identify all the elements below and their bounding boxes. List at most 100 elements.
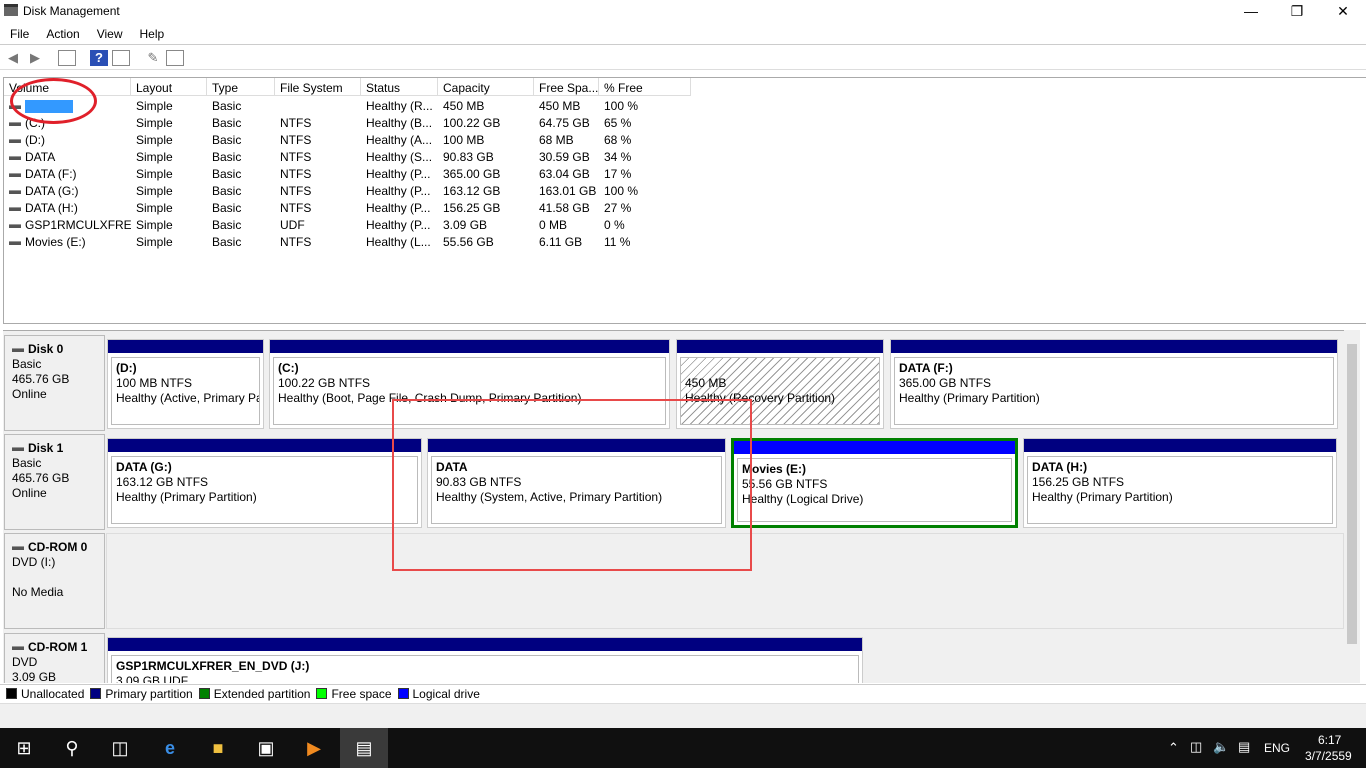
partition-status: Healthy (Primary Partition) [1032,490,1173,504]
partition-name: GSP1RMCULXFRER_EN_DVD (J:) [116,659,310,673]
table-row[interactable]: (C:) Simple Basic NTFS Healthy (B... 100.22 G… [4,114,704,131]
table-cell: Healthy (P... [361,165,438,182]
scrollbar-thumb[interactable] [1347,344,1357,644]
column-file-system[interactable]: File System [275,78,361,96]
annotation-ellipse [10,78,97,124]
disk-label-1[interactable]: Disk 1 Basic 465.76 GB Online [4,434,105,530]
partition-movies-e-[interactable]: Movies (E:) 55.56 GB NTFS Healthy (Logical… [731,438,1018,528]
partition-data-h-[interactable]: DATA (H:) 156.25 GB NTFS Healthy (Primary … [1023,438,1337,528]
table-cell: Basic [207,97,275,114]
partition-details: DATA (G:) 163.12 GB NTFS Healthy (Primary … [111,456,418,524]
column-layout[interactable]: Layout [131,78,207,96]
partition-data-f-[interactable]: DATA (F:) 365.00 GB NTFS Healthy (Primary … [890,339,1338,429]
media-player-icon[interactable]: ▶ [290,728,338,768]
cell-text: DATA [25,150,56,164]
disk-label-2[interactable]: CD-ROM 0 DVD (I:) No Media [4,533,105,629]
cell-text: NTFS [280,201,312,215]
table-cell: 100.22 GB [438,114,534,131]
language-indicator[interactable]: ENG [1264,741,1290,755]
partition-gsp1rmculxfrer-en-dvd-j-[interactable]: GSP1RMCULXFRER_EN_DVD (J:) 3.09 GB UDF [107,637,863,683]
cd-drive-icon [9,223,21,228]
close-button[interactable]: ✕ [1320,0,1366,22]
volume-icon[interactable]: 🔈 [1213,739,1229,755]
cell-text: Simple [136,116,173,130]
connect-icon[interactable]: ✎ [144,50,162,66]
vertical-scrollbar[interactable] [1344,330,1360,683]
cell-text: Simple [136,201,173,215]
network-icon[interactable]: ◫ [1190,739,1202,755]
cell-text: Basic [212,116,242,130]
table-row[interactable]: DATA Simple Basic NTFS Healthy (S... 90.83 GB… [4,148,704,165]
maximize-button[interactable]: ❐ [1274,0,1320,22]
disk-size: 465.76 GB [12,471,70,485]
clock-time[interactable]: 6:17 [1318,733,1341,747]
partition--d-[interactable]: (D:) 100 MB NTFS Healthy (Active, Primary … [107,339,264,429]
table-cell: Basic [207,182,275,199]
menu-view[interactable]: View [87,22,130,41]
table-row[interactable]: Simple Basic Healthy (R... 450 MB 450 MB 100 … [4,97,704,114]
forward-arrow-icon[interactable]: ▶ [26,50,44,66]
disk-label-3[interactable]: CD-ROM 1 DVD 3.09 GB [4,633,105,683]
table-row[interactable]: DATA (G:) Simple Basic NTFS Healthy (P... 163… [4,182,704,199]
search-icon[interactable]: ⚲ [48,728,96,768]
cell-text: 34 % [604,150,632,164]
table-cell: NTFS [275,114,361,131]
store-icon[interactable]: ▣ [242,728,290,768]
disk-label-0[interactable]: Disk 0 Basic 465.76 GB Online [4,335,105,431]
table-cell: Simple [131,131,207,148]
action-center-icon[interactable]: ▤ [1238,739,1250,755]
column-free-space[interactable]: Free Spa... [534,78,599,96]
show-hidden-icons-icon[interactable]: ⌃ [1168,740,1179,756]
cell-text: Healthy (P... [366,201,431,215]
table-cell: Basic [207,131,275,148]
cell-text: 450 MB [443,99,485,113]
table-row[interactable]: DATA (F:) Simple Basic NTFS Healthy (P... 365… [4,165,704,182]
disk-size: 3.09 GB [12,670,57,683]
column-percent-free[interactable]: % Free [599,78,691,96]
disk-management-taskbar-icon[interactable]: ▤ [340,728,388,768]
start-windows-icon[interactable]: ⊞ [0,728,48,768]
menu-action[interactable]: Action [36,22,86,41]
table-row[interactable]: Movies (E:) Simple Basic NTFS Healthy (L... 5… [4,233,704,250]
cell-text: Healthy (P... [366,184,431,198]
partition-type-bar [108,638,862,651]
table-cell: Healthy (L... [361,233,438,250]
minimize-button[interactable]: — [1228,0,1274,22]
partition-status: Healthy (Primary Partition) [116,490,257,504]
disk-type: DVD (I:) [12,555,56,569]
partition-type-bar [108,340,263,353]
column-capacity[interactable]: Capacity [438,78,534,96]
table-row[interactable]: GSP1RMCULXFRE... Simple Basic UDF Healthy (P… [4,216,704,233]
menu-file[interactable]: File [0,22,36,41]
cell-text: 0 % [604,218,625,232]
show-action-pane-icon[interactable] [112,50,130,66]
partition-size: 450 MB [685,376,727,390]
cell-text: 100.22 GB [443,116,501,130]
cell-text: 63.04 GB [539,167,590,181]
column-status[interactable]: Status [361,78,438,96]
table-row[interactable]: DATA (H:) Simple Basic NTFS Healthy (P... 156… [4,199,704,216]
legend-swatch [397,688,409,699]
legend-swatch [316,688,328,699]
cell-text: 65 % [604,116,632,130]
partition-data-g-[interactable]: DATA (G:) 163.12 GB NTFS Healthy (Primary … [107,438,422,528]
cell-text: Simple [136,133,173,147]
clock-date[interactable]: 3/7/2559 [1305,749,1352,763]
column-type[interactable]: Type [207,78,275,96]
file-explorer-icon[interactable]: ■ [194,728,242,768]
show-hide-console-tree-icon[interactable] [58,50,76,66]
table-cell: 100 % [599,97,691,114]
properties-icon[interactable] [166,50,184,66]
cell-text: NTFS [280,133,312,147]
help-icon[interactable]: ? [90,50,108,66]
menu-help[interactable]: Help [130,22,172,41]
task-view-icon[interactable]: ◫ [96,728,144,768]
table-cell: 11 % [599,233,691,250]
table-cell: Healthy (R... [361,97,438,114]
disk-name: CD-ROM 0 [28,540,88,554]
back-arrow-icon[interactable]: ◀ [4,50,22,66]
disk-management-icon [4,4,18,16]
table-row[interactable]: (D:) Simple Basic NTFS Healthy (A... 100 MB 68… [4,131,704,148]
table-cell: Simple [131,199,207,216]
edge-icon[interactable]: e [146,728,194,768]
